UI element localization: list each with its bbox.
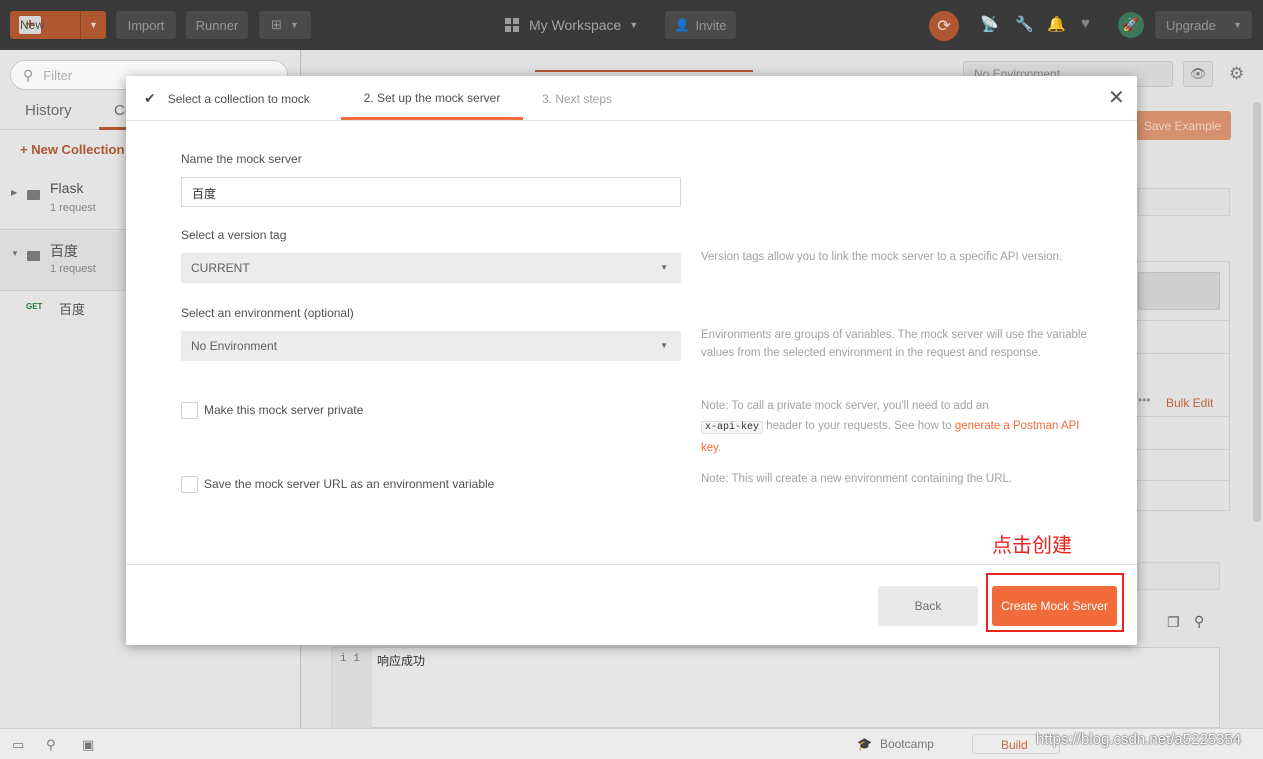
version-help: Version tags allow you to link the mock … [701,251,1063,263]
bootcamp-label: Bootcamp [879,737,934,751]
private-label: Make this mock server private [204,403,364,417]
step-select-collection[interactable]: ✔ Select a collection to mock [144,76,310,121]
check-icon: ✔ [144,90,156,106]
name-label: Name the mock server [181,152,302,166]
save-url-checkbox[interactable] [181,476,198,493]
save-url-help: Note: This will create a new environment… [701,473,1013,485]
private-help-text: Note: To call a private mock server, you… [701,400,989,412]
wizard-steps: ✔ Select a collection to mock 2. Set up … [126,76,1137,121]
back-button[interactable]: Back [878,586,978,626]
watermark: https://blog.csdn.net/a5225354 [1036,731,1242,748]
close-icon[interactable]: ✕ [1108,88,1125,108]
annotation-text: 点击创建 [992,533,1072,557]
private-help-suffix: . [718,442,722,454]
step-label: 3. Next steps [542,91,613,106]
version-select[interactable]: CURRENT ▼ [181,253,681,283]
chevron-down-icon: ▼ [660,263,668,272]
sidebar-toggle-icon[interactable]: ▭ [12,737,24,753]
annotation-highlight-box [986,573,1124,632]
chevron-down-icon: ▼ [660,341,668,350]
step-next-steps: 3. Next steps [542,76,612,121]
private-checkbox[interactable] [181,402,198,419]
step-label: Select a collection to mock [167,91,310,106]
private-help: Note: To call a private mock server, you… [701,396,1091,458]
environment-help: Environments are groups of variables. Th… [701,329,1087,359]
step-setup-mock[interactable]: 2. Set up the mock server [341,76,523,120]
step-label: 2. Set up the mock server [363,90,501,105]
environment-select-modal[interactable]: No Environment ▼ [181,331,681,361]
mock-name-input[interactable]: 百度 [181,177,681,207]
bootcamp-button[interactable]: 🎓 Bootcamp [857,737,934,751]
find-icon[interactable]: ⚲ [46,737,56,753]
environment-label: Select an environment (optional) [181,306,354,320]
private-help-text: header to your requests. See how to [766,420,952,432]
mock-server-modal: ✔ Select a collection to mock 2. Set up … [126,76,1137,645]
environment-value: No Environment [191,339,278,353]
version-label: Select a version tag [181,228,287,242]
api-key-code: x-api-key [701,421,764,434]
graduation-cap-icon: 🎓 [857,737,872,751]
save-url-label: Save the mock server URL as an environme… [204,477,495,491]
version-value: CURRENT [191,261,250,275]
console-icon[interactable]: ▣ [82,737,94,753]
